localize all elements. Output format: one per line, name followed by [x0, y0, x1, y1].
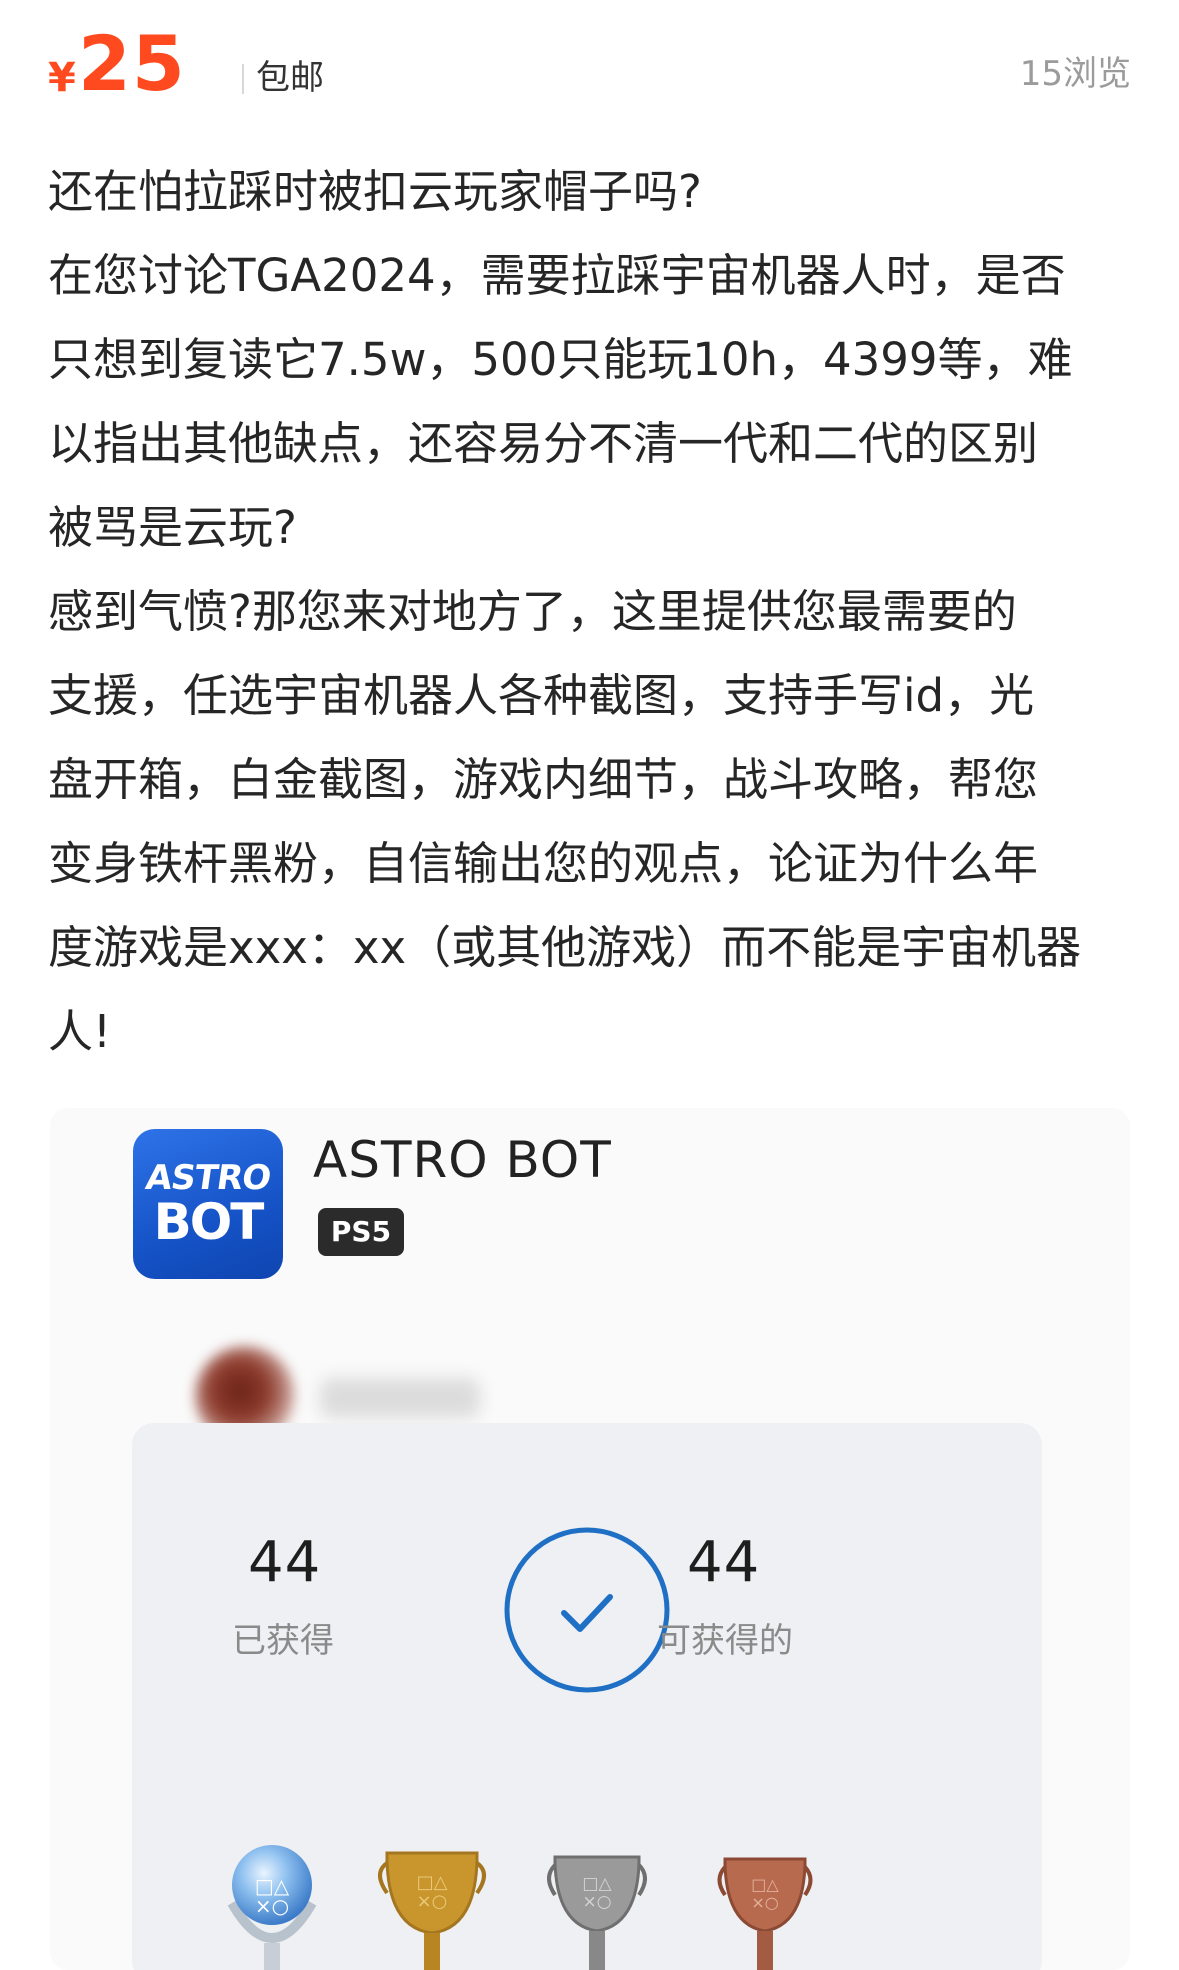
- price-row: ¥ 25 包邮 15浏览: [48, 19, 1131, 108]
- description-line: 变身铁杆黑粉，自信输出您的观点，论证为什么年: [48, 837, 1039, 890]
- free-shipping-tag: 包邮: [256, 58, 324, 98]
- description-line: 在您讨论TGA2024，需要拉踩宇宙机器人时，是否: [48, 249, 1066, 302]
- description-line: 以指出其他缺点，还容易分不清一代和二代的区别: [48, 417, 1039, 470]
- description-line: 只想到复读它7.5w，500只能玩10h，4399等，难: [48, 333, 1073, 386]
- svg-text:×○: ×○: [751, 1893, 778, 1912]
- price-divider: [242, 64, 244, 94]
- checkmark-icon: [561, 1594, 613, 1632]
- blurred-username: [320, 1378, 480, 1418]
- description-line: 感到气愤?那您来对地方了，这里提供您最需要的: [48, 585, 1017, 638]
- earned-count: 44: [248, 1530, 322, 1595]
- completion-ring-arc: [504, 1527, 670, 1693]
- trophy-stats-card: 44 已获得 44 可获得的 □△ ×○ □△ ×○ □△ ×○ □△ ×○: [132, 1423, 1042, 1970]
- svg-text:□△: □△: [417, 1872, 448, 1893]
- platform-badge: PS5: [318, 1208, 404, 1256]
- app-icon-text-line1: ASTRO: [143, 1158, 273, 1198]
- description-line: 人!: [48, 1005, 112, 1058]
- platinum-trophy-icon: □△ ×○: [227, 1845, 317, 1970]
- svg-text:×○: ×○: [582, 1892, 611, 1912]
- svg-text:□△: □△: [751, 1875, 779, 1894]
- listing-image[interactable]: ASTRO BOT ASTRO BOT PS5 44 已获得 44 可获得的 □: [50, 1108, 1130, 1970]
- available-label: 可获得的: [657, 1621, 793, 1661]
- description-line: 支援，任选宇宙机器人各种截图，支持手写id，光: [48, 669, 1035, 722]
- price-value: 25: [78, 19, 186, 108]
- svg-text:×○: ×○: [417, 1891, 448, 1912]
- available-count: 44: [687, 1530, 761, 1595]
- currency-symbol: ¥: [48, 55, 76, 101]
- description-line: 还在怕拉踩时被扣云玩家帽子吗?: [48, 165, 702, 218]
- description-line: 度游戏是xxx：xx（或其他游戏）而不能是宇宙机器: [48, 921, 1082, 974]
- description-line: 盘开箱，白金截图，游戏内细节，战斗攻略，帮您: [48, 753, 1039, 806]
- game-title: ASTRO BOT: [313, 1131, 612, 1189]
- svg-text:□△: □△: [582, 1874, 612, 1894]
- description-line: 被骂是云玩?: [48, 501, 297, 554]
- svg-text:×○: ×○: [255, 1894, 289, 1918]
- silver-trophy-icon: □△ ×○: [547, 1855, 647, 1970]
- bronze-trophy-icon: □△ ×○: [717, 1857, 813, 1970]
- gold-trophy-icon: □△ ×○: [378, 1851, 486, 1970]
- completion-ring: [504, 1527, 670, 1693]
- app-icon-text-line2: BOT: [153, 1193, 265, 1251]
- listing-description: 还在怕拉踩时被扣云玩家帽子吗? 在您讨论TGA2024，需要拉踩宇宙机器人时，是…: [48, 150, 1138, 1074]
- game-app-icon: ASTRO BOT: [133, 1129, 283, 1279]
- view-count: 15浏览: [1019, 54, 1131, 94]
- earned-label: 已获得: [232, 1621, 334, 1661]
